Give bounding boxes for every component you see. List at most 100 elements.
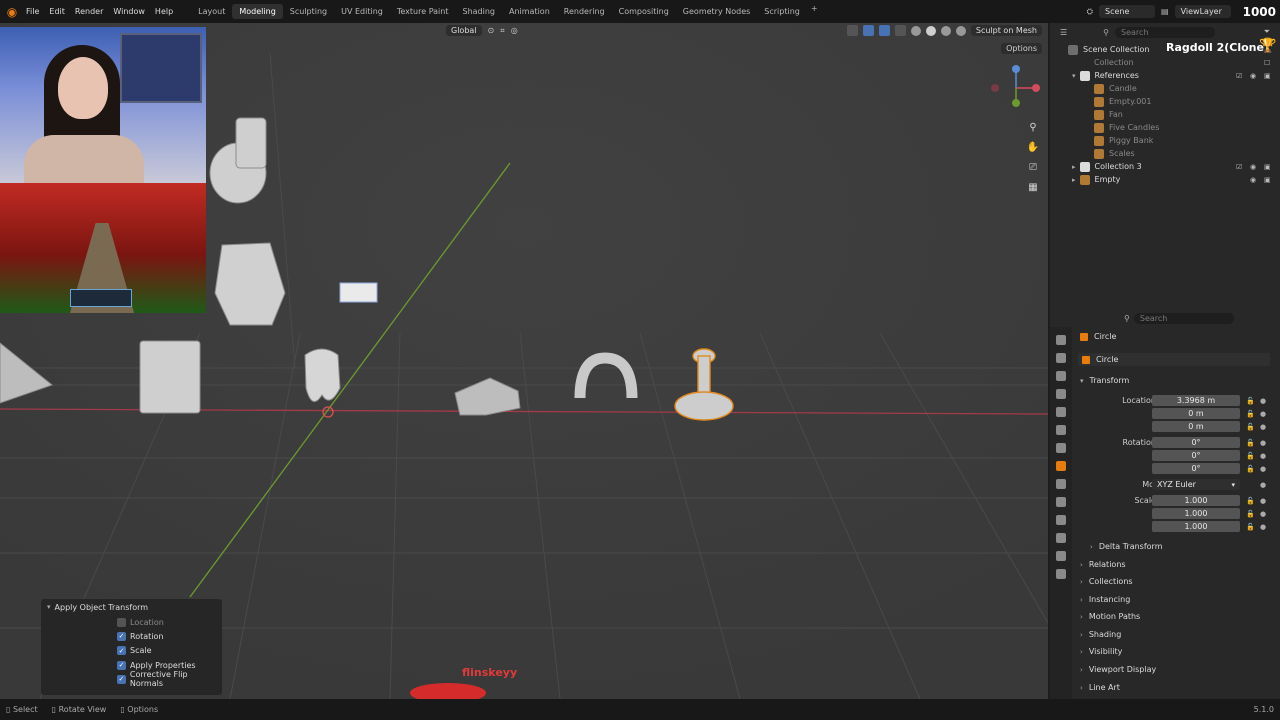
location-z-field[interactable]: 0 m [1152,421,1240,432]
lock-icon[interactable]: 🔓 [1246,439,1255,447]
outliner-row[interactable]: ▸ Collection 3 ☑ ◉ ▣ [1050,160,1280,173]
section-collections[interactable]: › Collections [1080,575,1133,588]
section-line-art[interactable]: › Line Art [1080,681,1120,694]
option-rotation[interactable]: ✓ Rotation [41,629,222,643]
object-name[interactable]: Circle [1094,332,1116,341]
transform-orientation-dropdown[interactable]: Global [446,25,482,36]
modifier-tab-icon[interactable] [1056,479,1066,489]
keyframe-dot-icon[interactable]: ● [1260,439,1266,447]
scale-y-field[interactable]: 1.000 [1152,508,1240,519]
gizmo-toggle-icon[interactable] [862,25,874,36]
tab-layout[interactable]: Layout [191,4,232,19]
option-location[interactable]: Location [41,615,222,629]
outliner-row[interactable]: Five Candles [1050,121,1280,134]
material-tab-icon[interactable] [1056,569,1066,579]
lock-icon[interactable]: 🔓 [1246,397,1255,405]
camera-icon[interactable]: ▣ [1264,176,1272,184]
eye-icon[interactable]: ◉ [1250,163,1258,171]
tab-texture-paint[interactable]: Texture Paint [390,4,456,19]
keyframe-dot-icon[interactable]: ● [1260,397,1266,405]
blender-logo-icon[interactable]: ◉ [4,4,20,20]
redo-panel-header[interactable]: ▾ Apply Object Transform [41,599,222,615]
location-y-field[interactable]: 0 m [1152,408,1240,419]
pivot-icon[interactable]: ⊙ [488,26,495,35]
particles-tab-icon[interactable] [1056,497,1066,507]
section-visibility[interactable]: › Visibility [1080,645,1122,658]
apply-properties-checkbox[interactable]: ✓ [117,660,126,670]
object-data-name[interactable]: Circle [1096,355,1118,364]
scale-x-field[interactable]: 1.000 [1152,495,1240,506]
outliner-search-input[interactable]: Search [1115,26,1216,38]
lock-icon[interactable]: 🔓 [1246,465,1255,473]
transform-section-header[interactable]: ▾ Transform [1080,374,1129,387]
box-object[interactable] [139,340,201,414]
wireframe-shading-icon[interactable] [910,25,921,36]
eye-icon[interactable]: ◉ [1250,72,1258,80]
tooth-object[interactable] [304,348,341,403]
menu-edit[interactable]: Edit [49,7,65,16]
tab-sculpting[interactable]: Sculpting [283,4,334,19]
keyframe-dot-icon[interactable]: ● [1260,410,1266,418]
physics-tab-icon[interactable] [1056,515,1066,525]
lock-icon[interactable]: 🔓 [1246,452,1255,460]
camera-view-icon[interactable]: ⎚ [1026,160,1040,174]
checkbox-icon[interactable]: ☑ [1236,163,1244,171]
lock-icon[interactable]: 🔓 [1246,523,1255,531]
tab-uv-editing[interactable]: UV Editing [334,4,390,19]
keyframe-dot-icon[interactable]: ● [1260,523,1266,531]
xray-toggle-icon[interactable] [894,25,906,36]
object-tab-icon[interactable] [1056,461,1066,471]
expand-chevron-icon[interactable]: ▸ [1072,163,1076,171]
view-layer-tab-icon[interactable] [1056,389,1066,399]
section-instancing[interactable]: › Instancing [1080,593,1130,606]
rotation-mode-dropdown[interactable]: XYZ Euler ▾ [1152,479,1240,490]
pan-hand-icon[interactable]: ✋ [1026,140,1040,154]
lock-icon[interactable]: 🔓 [1246,410,1255,418]
filter-icon[interactable]: ⏷ [1264,27,1270,37]
outliner-row[interactable]: ▸ Empty ◉ ▣ [1050,173,1280,186]
scale-checkbox[interactable]: ✓ [117,646,126,656]
keyframe-dot-icon[interactable]: ● [1260,423,1266,431]
scene-field[interactable]: Scene [1099,5,1156,18]
zoom-icon[interactable]: ⚲ [1026,120,1040,134]
camera-icon[interactable]: ▣ [1264,72,1272,80]
section-shading[interactable]: › Shading [1080,628,1121,641]
menu-help[interactable]: Help [155,7,173,16]
solid-shading-icon[interactable] [925,25,936,36]
keyframe-dot-icon[interactable]: ● [1260,497,1266,505]
constraints-tab-icon[interactable] [1056,533,1066,543]
outliner-row[interactable]: Empty.001 [1050,95,1280,108]
corrective-flip-normals-checkbox[interactable]: ✓ [117,674,126,684]
checker-plane-object[interactable] [339,282,378,303]
tab-shading[interactable]: Shading [455,4,502,19]
outliner-row[interactable]: Fan [1050,108,1280,121]
scene-tab-icon[interactable] [1056,407,1066,417]
data-tab-icon[interactable] [1056,551,1066,561]
menu-file[interactable]: File [26,7,39,16]
eye-icon[interactable]: ◉ [1250,176,1258,184]
keyframe-dot-icon[interactable]: ● [1260,510,1266,518]
properties-search-input[interactable]: Search [1133,312,1234,324]
proportional-edit-icon[interactable]: ◎ [511,26,518,35]
grid-view-icon[interactable]: ▦ [1026,180,1040,194]
expand-chevron-icon[interactable]: ▾ [1072,72,1076,80]
outliner-row[interactable]: Scales [1050,147,1280,160]
camera-icon[interactable]: ▣ [1264,163,1272,171]
outliner-row[interactable]: Candle [1050,82,1280,95]
data-name-row[interactable]: Circle [1078,353,1270,366]
view-layer-field[interactable]: ViewLayer [1174,5,1231,18]
lock-icon[interactable]: 🔓 [1246,497,1255,505]
tab-compositing[interactable]: Compositing [612,4,676,19]
visibility-icon[interactable] [846,25,858,36]
render-tab-icon[interactable] [1056,353,1066,363]
menu-render[interactable]: Render [75,7,103,16]
tool-tab-icon[interactable] [1056,335,1066,345]
outliner-row[interactable]: ▾ References ☑ ◉ ▣ [1050,69,1280,82]
collection-tab-icon[interactable] [1056,443,1066,453]
world-tab-icon[interactable] [1056,425,1066,435]
viewport-options-button[interactable]: Options [1001,43,1042,54]
section-relations[interactable]: › Relations [1080,558,1126,571]
overlay-toggle-icon[interactable] [878,25,890,36]
outliner-display-mode-icon[interactable]: ☰ [1060,28,1067,37]
rotation-z-field[interactable]: 0° [1152,463,1240,474]
